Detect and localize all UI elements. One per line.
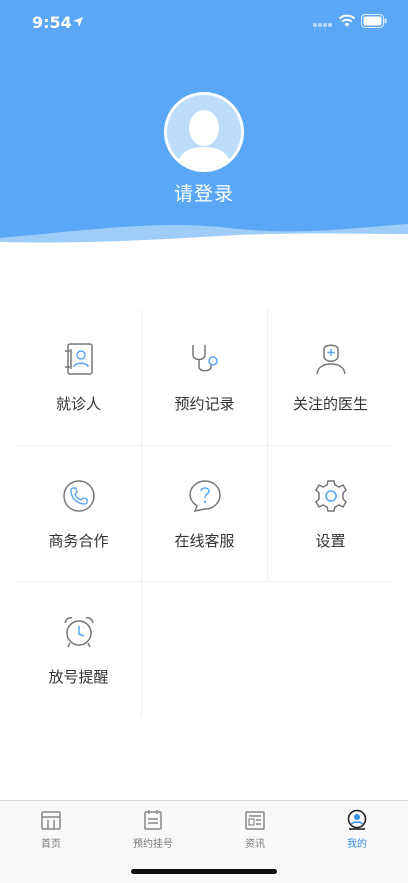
menu-grid: 就诊人 预约记录 关注的医生 商务合作 在线客服 设置 放号提醒 [16, 309, 392, 717]
home-indicator [131, 869, 277, 874]
news-icon [245, 811, 265, 830]
tab-label: 我的 [347, 839, 367, 850]
menu-item-release-reminder[interactable]: 放号提醒 [16, 582, 141, 718]
menu-item-label: 商务合作 [48, 532, 109, 550]
header-wave [0, 224, 408, 250]
menu-item-label: 在线客服 [174, 532, 235, 550]
menu-item-patients[interactable]: 就诊人 [16, 309, 141, 445]
login-prompt[interactable]: 请登录 [0, 179, 408, 206]
menu-item-online-service[interactable]: 在线客服 [142, 446, 267, 582]
menu-item-label: 关注的医生 [292, 395, 368, 413]
menu-item-business[interactable]: 商务合作 [16, 446, 141, 582]
default-avatar-icon [167, 95, 241, 169]
chat-help-icon [188, 480, 221, 513]
menu-item-followed-doctors[interactable]: 关注的医生 [268, 309, 393, 445]
location-arrow-icon [73, 17, 83, 27]
wifi-icon [338, 14, 356, 27]
avatar[interactable] [164, 92, 244, 172]
menu-item-appointments[interactable]: 预约记录 [142, 309, 267, 445]
gear-icon [314, 480, 347, 512]
phone-icon [62, 480, 95, 512]
appointment-icon [144, 810, 162, 830]
tab-label: 预约挂号 [133, 839, 173, 850]
tab-label: 资讯 [245, 839, 265, 850]
stethoscope-icon [191, 345, 218, 372]
menu-item-label: 放号提醒 [48, 668, 109, 686]
menu-item-settings[interactable]: 设置 [268, 446, 393, 582]
tab-appointment[interactable]: 预约挂号 [102, 809, 204, 855]
signal-dots-icon [313, 23, 332, 27]
status-bar: 9:54 [0, 0, 408, 44]
status-time: 9:54 [32, 13, 72, 32]
profile-header: 9:54 请登录 [0, 0, 408, 250]
tab-home[interactable]: 首页 [0, 809, 102, 855]
tab-news[interactable]: 资讯 [204, 809, 306, 855]
tab-label: 首页 [41, 839, 61, 850]
patient-contact-icon [64, 343, 93, 375]
home-calendar-icon [41, 811, 61, 830]
profile-icon [347, 809, 367, 830]
alarm-clock-icon [63, 617, 94, 648]
battery-icon [361, 14, 387, 28]
tab-mine[interactable]: 我的 [306, 809, 408, 855]
menu-item-label: 设置 [315, 532, 346, 550]
menu-item-label: 预约记录 [174, 395, 235, 413]
menu-item-label: 就诊人 [55, 395, 101, 413]
doctor-icon [315, 344, 346, 375]
